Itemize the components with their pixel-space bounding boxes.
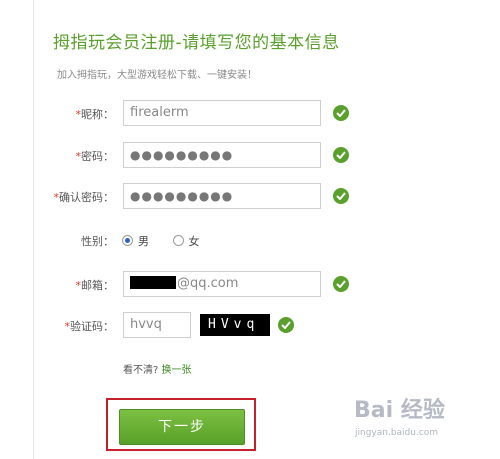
captcha-refresh-link[interactable]: 换一张	[162, 365, 192, 376]
email-label: *邮箱：	[75, 279, 115, 292]
email-input[interactable]: @qq.com	[123, 271, 321, 297]
captcha-input[interactable]: hvvq	[123, 312, 191, 338]
captcha-refresh: 看不清? 换一张	[123, 365, 192, 376]
radio-icon[interactable]	[172, 235, 184, 246]
watermark-url: jingyan.baidu.com	[355, 428, 439, 438]
password-row: *密码： ●●●●●●●●●	[0, 142, 500, 170]
check-icon	[333, 276, 349, 292]
radio-selected-icon[interactable]	[122, 235, 133, 246]
captcha-image[interactable]: HVvq	[200, 314, 270, 336]
gender-option-male[interactable]: 男	[122, 233, 149, 249]
check-icon	[333, 105, 349, 121]
confirm-password-label: *确认密码：	[53, 191, 115, 204]
check-icon	[278, 317, 294, 333]
nickname-input[interactable]: firealerm	[123, 100, 321, 126]
gender-label: 性别：	[81, 235, 114, 248]
registration-page: 拇指玩会员注册-请填写您的基本信息 加入拇指玩，大型游戏轻松下载、一键安装！ *…	[0, 0, 500, 459]
email-row: *邮箱： @qq.com	[0, 271, 500, 299]
confirm-password-row: *确认密码： ●●●●●●●●●	[0, 183, 500, 211]
gender-row: 性别： 男 女	[0, 227, 500, 255]
password-input[interactable]: ●●●●●●●●●	[123, 142, 321, 168]
next-step-button[interactable]: 下一步	[119, 409, 245, 445]
redaction-bar	[130, 276, 176, 289]
check-icon	[333, 147, 349, 163]
page-title: 拇指玩会员注册-请填写您的基本信息	[53, 33, 340, 53]
page-subtitle: 加入拇指玩，大型游戏轻松下载、一键安装！	[57, 70, 257, 81]
confirm-password-input[interactable]: ●●●●●●●●●	[123, 183, 321, 209]
nickname-label: *昵称：	[75, 108, 115, 121]
captcha-label: *验证码：	[64, 320, 115, 333]
gender-option-female[interactable]: 女	[172, 233, 200, 249]
password-label: *密码：	[75, 150, 115, 163]
nickname-row: *昵称： firealerm	[0, 100, 500, 128]
check-icon	[333, 188, 349, 204]
gender-options: 男 女	[122, 233, 220, 249]
captcha-row: *验证码： hvvq HVvq	[0, 312, 500, 340]
watermark-logo: Bai 经验	[354, 398, 445, 423]
